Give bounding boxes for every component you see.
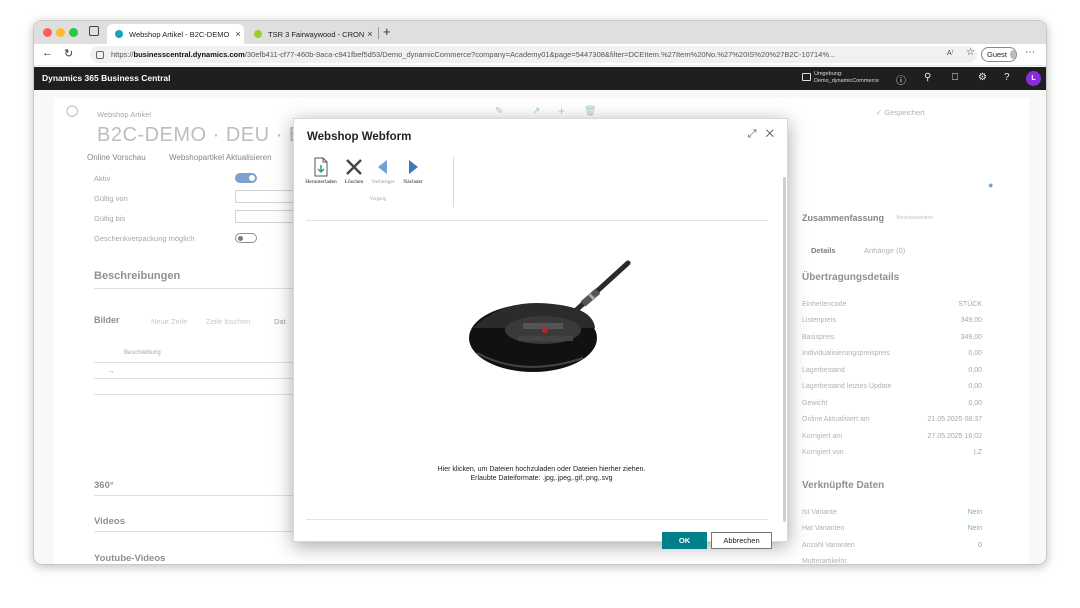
environment-icon	[802, 73, 811, 81]
close-icon[interactable]: ✕	[766, 128, 774, 140]
bc-favicon-icon	[254, 30, 262, 38]
ribbon-group-label: Vorgang	[369, 197, 387, 202]
cancel-button[interactable]: Abbrechen	[711, 532, 772, 549]
next-label: Nächster	[403, 179, 423, 185]
gear-icon[interactable]: ⚙	[978, 72, 987, 83]
next-button[interactable]: Nächster	[398, 157, 428, 185]
new-tab-button[interactable]: +	[383, 24, 391, 39]
search-icon[interactable]: ⚲	[924, 72, 931, 83]
close-window-button[interactable]	[43, 28, 52, 37]
copilot-icon[interactable]: ⓘ	[896, 72, 906, 87]
tab-close-icon[interactable]: ×	[364, 29, 376, 39]
environment-label: Umgebung:	[814, 71, 843, 77]
url-host: businesscentral.dynamics.com	[133, 50, 245, 59]
divider	[306, 220, 768, 221]
upload-hint[interactable]: Hier klicken, um Dateien hochzuladen ode…	[294, 465, 789, 483]
url-rest: /30efb411-cf77-460b-9aca-c941fbef5d53/De…	[244, 50, 836, 59]
url-bar[interactable]: https://businesscentral.dynamics.com/30e…	[90, 46, 977, 63]
download-label: Herunterladen	[305, 179, 337, 185]
upload-hint-text: Hier klicken, um Dateien hochzuladen ode…	[437, 466, 646, 473]
download-icon	[314, 157, 328, 177]
allowed-formats-text: Erlaubte Dateiformate: .jpg,.jpeg,.gif,.…	[470, 475, 613, 482]
reload-icon[interactable]: ↻	[64, 47, 73, 60]
delete-x-icon	[346, 159, 362, 175]
avatar	[1010, 50, 1016, 59]
tab-separator	[378, 27, 379, 39]
previous-label: Vorheriger	[371, 179, 395, 185]
divider	[306, 519, 768, 520]
golf-club-image	[469, 260, 631, 372]
maximize-window-button[interactable]	[69, 28, 78, 37]
previous-button[interactable]: Vorheriger	[368, 157, 398, 185]
bc-header: Dynamics 365 Business Central Umgebung: …	[34, 67, 1046, 90]
address-row: ← ↻ https://businesscentral.dynamics.com…	[34, 44, 1046, 66]
browser-tab[interactable]: TSR 3 Fairwaywood - CRONUS ×	[246, 24, 376, 44]
bell-icon[interactable]: ⎕	[952, 72, 958, 83]
download-button[interactable]: Herunterladen	[302, 157, 340, 185]
next-arrow-icon	[409, 160, 418, 174]
dialog-ribbon: Herunterladen Löschen Vorheriger Nächste…	[302, 157, 454, 207]
minimize-window-button[interactable]	[56, 28, 65, 37]
lock-icon	[96, 50, 104, 59]
guest-label: Guest	[987, 50, 1008, 59]
environment-indicator[interactable]: Umgebung: Demo_dynamicCommerce	[802, 71, 880, 85]
bc-favicon-icon	[115, 30, 123, 38]
tab-strip: Webshop Artikel - B2C-DEMO × TSR 3 Fairw…	[34, 21, 1046, 44]
desktop: Webshop Artikel - B2C-DEMO × TSR 3 Fairw…	[0, 0, 1080, 608]
app-name[interactable]: Dynamics 365 Business Central	[42, 73, 171, 83]
back-icon[interactable]: ←	[42, 47, 53, 59]
dialog-title: Webshop Webform	[307, 131, 412, 143]
previous-arrow-icon	[378, 160, 387, 174]
browser-window: Webshop Artikel - B2C-DEMO × TSR 3 Fairw…	[33, 20, 1047, 565]
guest-profile-button[interactable]: Guest	[981, 47, 1017, 62]
favorites-icon[interactable]: ☆	[966, 47, 975, 58]
expand-icon[interactable]: ⤢	[748, 128, 757, 140]
tab-title: Webshop Artikel - B2C-DEMO	[129, 29, 230, 39]
help-icon[interactable]: ?	[1004, 72, 1010, 83]
environment-name: Demo_dynamicCommerce	[814, 78, 880, 84]
delete-button[interactable]: Löschen	[340, 157, 368, 185]
delete-label: Löschen	[344, 179, 364, 185]
user-avatar[interactable]: L	[1026, 71, 1041, 86]
url-prefix: https://	[111, 50, 134, 59]
tab-title: TSR 3 Fairwaywood - CRONUS	[268, 29, 364, 39]
read-aloud-icon[interactable]: A⁾	[947, 49, 953, 57]
more-options-icon[interactable]: ⋯	[1025, 47, 1035, 58]
dialog-window-controls: ⤢ ✕	[748, 128, 774, 141]
tab-overview-icon[interactable]	[89, 26, 99, 36]
product-image[interactable]	[463, 258, 635, 388]
ok-button[interactable]: OK	[662, 532, 707, 549]
tab-close-icon[interactable]: ×	[232, 29, 244, 39]
webform-dialog: Webshop Webform ⤢ ✕ Herunterladen Lösche…	[293, 118, 789, 549]
browser-tab-active[interactable]: Webshop Artikel - B2C-DEMO ×	[107, 24, 244, 44]
